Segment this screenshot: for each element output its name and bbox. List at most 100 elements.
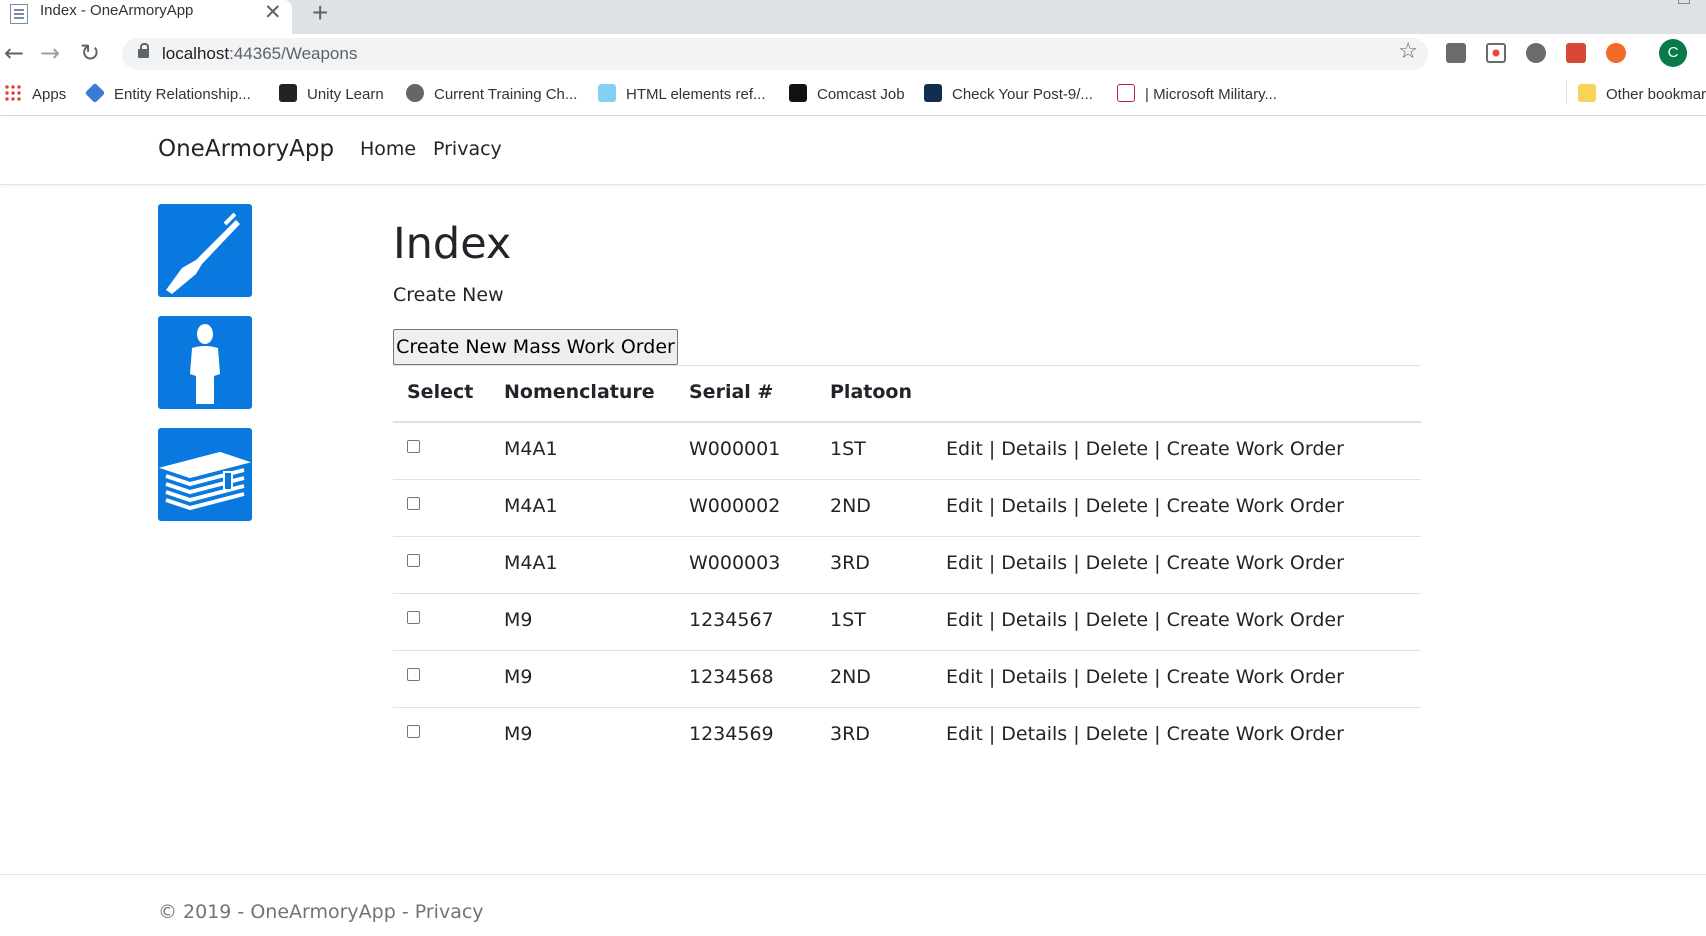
- edit-link[interactable]: Edit: [946, 552, 983, 574]
- create-work-order-link[interactable]: Create Work Order: [1167, 723, 1344, 745]
- table-row: M9 1234568 2ND Edit | Details | Delete | Cr…: [393, 651, 1421, 708]
- create-work-order-link[interactable]: Create Work Order: [1167, 552, 1344, 574]
- action-separator: |: [1154, 438, 1161, 460]
- action-separator: |: [1154, 723, 1161, 745]
- weapons-tile[interactable]: [158, 204, 252, 297]
- cell-actions: Edit | Details | Delete | Create Work Or…: [946, 666, 1344, 688]
- action-separator: |: [1073, 609, 1080, 631]
- orange-extension-icon[interactable]: [1606, 43, 1626, 63]
- action-separator: |: [988, 666, 996, 688]
- cell-serial: 1234569: [689, 723, 774, 745]
- bookmark-apps[interactable]: Apps: [4, 84, 66, 106]
- details-link[interactable]: Details: [1001, 552, 1067, 574]
- row-select-checkbox[interactable]: [407, 725, 420, 738]
- pdf-extension-icon[interactable]: [1566, 43, 1586, 63]
- table-body: M4A1 W000001 1ST Edit | Details | Delete | …: [393, 423, 1421, 765]
- address-bar[interactable]: localhost:44365/Weapons ☆: [122, 38, 1428, 70]
- cell-serial: 1234568: [689, 666, 774, 688]
- row-select-checkbox[interactable]: [407, 440, 420, 453]
- close-tab-icon[interactable]: ✕: [264, 0, 282, 25]
- cell-serial: W000003: [689, 552, 781, 574]
- create-work-order-link[interactable]: Create Work Order: [1167, 495, 1344, 517]
- cell-nomenclature: M9: [504, 609, 533, 631]
- lock-icon[interactable]: [138, 43, 149, 58]
- facebook-extension-icon[interactable]: [1446, 43, 1466, 63]
- action-separator: |: [1073, 723, 1080, 745]
- records-tile[interactable]: [158, 428, 252, 521]
- create-new-link[interactable]: Create New: [393, 284, 504, 306]
- create-mass-work-order-button[interactable]: Create New Mass Work Order: [393, 329, 678, 365]
- cell-nomenclature: M9: [504, 723, 533, 745]
- cell-platoon: 1ST: [830, 438, 866, 460]
- delete-link[interactable]: Delete: [1086, 723, 1148, 745]
- cell-serial: W000002: [689, 495, 781, 517]
- delete-link[interactable]: Delete: [1086, 438, 1148, 460]
- cell-nomenclature: M4A1: [504, 438, 558, 460]
- browser-toolbar: ← → ↻ localhost:44365/Weapons ☆ C: [0, 34, 1706, 72]
- footer-privacy-link[interactable]: Privacy: [415, 901, 484, 923]
- profile-avatar[interactable]: C: [1659, 39, 1687, 67]
- bookmark-comcast-job[interactable]: Comcast Job: [789, 84, 905, 106]
- details-link[interactable]: Details: [1001, 723, 1067, 745]
- table-row: M4A1 W000003 3RD Edit | Details | Delete | …: [393, 537, 1421, 594]
- new-tab-button[interactable]: +: [312, 0, 328, 29]
- bookmark-unity-learn[interactable]: Unity Learn: [279, 84, 384, 106]
- reload-icon[interactable]: ↻: [80, 39, 100, 67]
- row-select-checkbox[interactable]: [407, 611, 420, 624]
- delete-link[interactable]: Delete: [1086, 495, 1148, 517]
- action-separator: |: [988, 723, 996, 745]
- details-link[interactable]: Details: [1001, 609, 1067, 631]
- bookmark-entity-relationship[interactable]: Entity Relationship...: [84, 82, 251, 106]
- details-link[interactable]: Details: [1001, 438, 1067, 460]
- cell-serial: W000001: [689, 438, 781, 460]
- bookmark-microsoft-military[interactable]: | Microsoft Military...: [1117, 84, 1277, 106]
- action-separator: |: [1073, 666, 1080, 688]
- edit-link[interactable]: Edit: [946, 666, 983, 688]
- cell-nomenclature: M4A1: [504, 552, 558, 574]
- delete-link[interactable]: Delete: [1086, 609, 1148, 631]
- delete-link[interactable]: Delete: [1086, 552, 1148, 574]
- edit-link[interactable]: Edit: [946, 723, 983, 745]
- bookmark-current-training[interactable]: Current Training Ch...: [406, 84, 577, 106]
- row-select-checkbox[interactable]: [407, 497, 420, 510]
- bookmark-star-icon[interactable]: ☆: [1398, 39, 1418, 64]
- cell-actions: Edit | Details | Delete | Create Work Or…: [946, 495, 1344, 517]
- brand-link[interactable]: OneArmoryApp: [158, 136, 334, 162]
- cell-actions: Edit | Details | Delete | Create Work Or…: [946, 723, 1344, 745]
- forward-arrow-icon[interactable]: →: [40, 39, 60, 67]
- delete-link[interactable]: Delete: [1086, 666, 1148, 688]
- va-icon: [924, 84, 942, 102]
- browser-tab[interactable]: Index - OneArmoryApp ✕: [0, 0, 292, 34]
- column-header-select: Select: [407, 381, 474, 403]
- c-icon: [789, 84, 807, 102]
- edit-link[interactable]: Edit: [946, 609, 983, 631]
- personnel-tile[interactable]: [158, 316, 252, 409]
- page-favicon-icon: [10, 4, 28, 24]
- bookmark-separator: [1566, 80, 1567, 104]
- folder-icon: [1578, 84, 1596, 102]
- details-link[interactable]: Details: [1001, 666, 1067, 688]
- create-work-order-link[interactable]: Create Work Order: [1167, 666, 1344, 688]
- bookmark-other[interactable]: Other bookmarks: [1578, 84, 1706, 106]
- edit-link[interactable]: Edit: [946, 495, 983, 517]
- bookmarks-bar: Apps Entity Relationship... Unity Learn …: [0, 72, 1706, 116]
- app-navbar: OneArmoryApp Home Privacy: [0, 116, 1706, 185]
- row-select-checkbox[interactable]: [407, 554, 420, 567]
- unity-icon: [279, 84, 297, 102]
- circle-extension-icon[interactable]: [1526, 43, 1546, 63]
- bookmark-html-elements[interactable]: HTML elements ref...: [598, 84, 765, 106]
- bookmark-check-your-post[interactable]: Check Your Post-9/...: [924, 84, 1093, 106]
- create-work-order-link[interactable]: Create Work Order: [1167, 609, 1344, 631]
- details-link[interactable]: Details: [1001, 495, 1067, 517]
- restore-window-icon[interactable]: [1678, 0, 1690, 4]
- nav-home-link[interactable]: Home: [360, 138, 416, 160]
- url-text[interactable]: localhost:44365/Weapons: [162, 44, 357, 64]
- cell-serial: 1234567: [689, 609, 774, 631]
- create-work-order-link[interactable]: Create Work Order: [1167, 438, 1344, 460]
- nav-privacy-link[interactable]: Privacy: [433, 138, 502, 160]
- action-separator: |: [988, 552, 996, 574]
- screenshot-extension-icon[interactable]: [1486, 43, 1506, 63]
- back-arrow-icon[interactable]: ←: [4, 39, 24, 67]
- edit-link[interactable]: Edit: [946, 438, 983, 460]
- row-select-checkbox[interactable]: [407, 668, 420, 681]
